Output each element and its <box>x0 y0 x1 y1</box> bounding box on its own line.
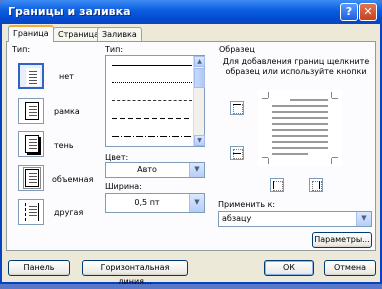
help-icon: ? <box>345 5 353 18</box>
setting-custom-button[interactable] <box>18 199 44 225</box>
setting-shadow-label[interactable]: тень <box>54 141 74 150</box>
line-style-dashed-small[interactable] <box>112 100 192 101</box>
setting-box-label[interactable]: рамка <box>54 107 80 116</box>
chevron-down-icon[interactable]: ▼ <box>189 163 204 177</box>
line-style-dotted[interactable] <box>112 82 192 83</box>
preview-group-label: Образец <box>219 45 255 54</box>
border-box-icon <box>25 102 39 120</box>
ok-button[interactable]: ОК <box>264 260 314 276</box>
setting-none-label[interactable]: нет <box>59 72 74 81</box>
line-style-dashed[interactable] <box>112 118 192 119</box>
apply-to-dropdown[interactable]: абзацу ▼ <box>218 211 372 227</box>
border-3d-icon <box>23 167 41 189</box>
width-dropdown[interactable]: 0,5 пт ▼ <box>105 193 205 213</box>
panel-button[interactable]: Панель <box>8 260 70 276</box>
left-border-icon <box>273 181 274 189</box>
border-right-button[interactable] <box>309 178 323 192</box>
border-top-button[interactable] <box>230 101 244 115</box>
title-bar[interactable]: Границы и заливка ? ✕ <box>0 0 382 24</box>
right-border-icon <box>319 181 320 189</box>
border-custom-icon <box>25 203 39 221</box>
top-border-icon <box>233 104 241 105</box>
setting-box-button[interactable] <box>18 98 44 124</box>
border-shadow-icon <box>25 135 39 153</box>
setting-shadow-button[interactable] <box>18 131 44 157</box>
style-label: Тип: <box>105 45 124 54</box>
border-left-button[interactable] <box>270 178 284 192</box>
help-button[interactable]: ? <box>340 3 358 21</box>
apply-to-label: Применить к: <box>218 200 276 209</box>
color-dropdown[interactable]: Авто ▼ <box>105 162 205 178</box>
setting-none-button[interactable] <box>18 63 44 89</box>
line-style-list[interactable]: ▲ ▼ <box>105 55 205 147</box>
border-inside-button[interactable] <box>230 146 244 160</box>
close-button[interactable]: ✕ <box>359 3 377 21</box>
apply-to-value: абзацу <box>222 214 252 223</box>
line-style-scrollbar[interactable]: ▲ ▼ <box>193 56 205 146</box>
inside-border-icon <box>233 153 241 154</box>
width-value: 0,5 пт <box>134 198 160 207</box>
color-value: Авто <box>137 165 157 174</box>
setting-3d-label[interactable]: объемная <box>52 175 93 184</box>
tab-border[interactable]: Граница <box>8 25 54 42</box>
tab-shading[interactable]: Заливка <box>97 27 142 41</box>
border-preview[interactable] <box>258 90 342 166</box>
close-icon: ✕ <box>363 5 373 18</box>
width-label: Ширина: <box>105 182 142 191</box>
chevron-down-icon[interactable]: ▼ <box>189 194 204 212</box>
setting-custom-label[interactable]: другая <box>54 208 83 217</box>
scroll-thumb[interactable] <box>194 68 205 88</box>
line-style-solid[interactable] <box>112 65 192 66</box>
scroll-down-icon[interactable]: ▼ <box>194 135 205 146</box>
scroll-up-icon[interactable]: ▲ <box>194 56 205 67</box>
horizontal-line-button[interactable]: Горизонтальная линия... <box>82 260 188 286</box>
borders-and-shading-dialog: Границы и заливка ? ✕ Граница Страница З… <box>0 0 382 286</box>
cancel-button[interactable]: Отмена <box>324 260 376 276</box>
preview-hint: Для добавления границ щелкните образец и… <box>222 57 370 76</box>
color-label: Цвет: <box>105 153 129 162</box>
window-title: Границы и заливка <box>8 5 131 18</box>
chevron-down-icon[interactable]: ▼ <box>356 212 371 226</box>
border-none-icon <box>26 68 40 86</box>
line-style-dash-dot[interactable] <box>112 136 192 137</box>
setting-label: Тип: <box>12 45 31 54</box>
setting-3d-button[interactable] <box>18 165 44 191</box>
parameters-button[interactable]: Параметры... <box>312 232 372 248</box>
